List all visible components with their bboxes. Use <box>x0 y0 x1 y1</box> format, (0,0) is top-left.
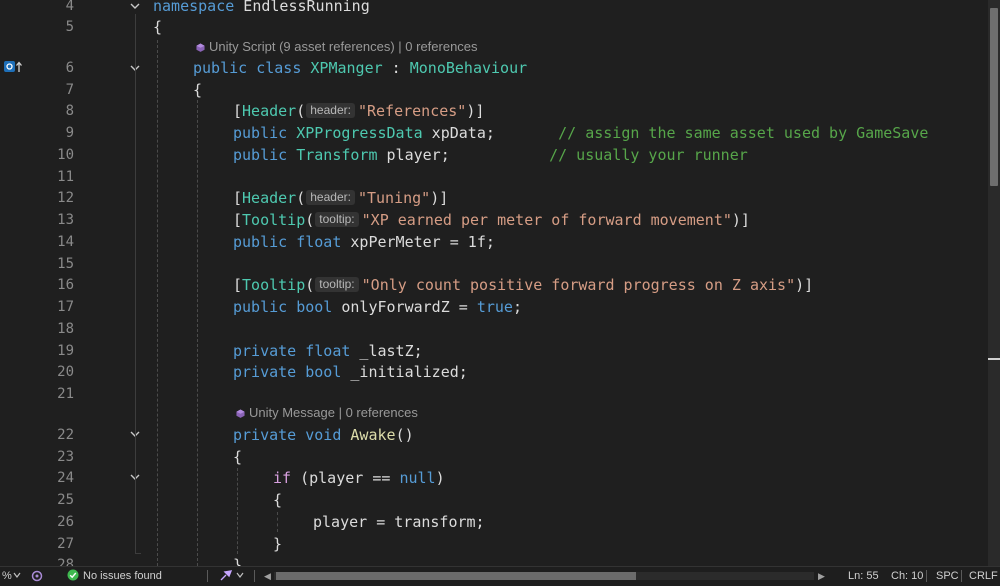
whitespace-indicator[interactable]: SPC <box>936 569 959 583</box>
scrollbar-thumb[interactable] <box>990 8 998 186</box>
line-ending-indicator[interactable]: CRLF <box>969 569 998 583</box>
divider <box>207 570 208 582</box>
line-number: 20 <box>57 364 74 380</box>
line-number: 26 <box>57 514 74 530</box>
code-line-22: private void Awake() <box>233 426 414 444</box>
status-bar: % No issues found ◀ ▶ Ln: 55 Ch: 10 SPC … <box>0 566 1000 586</box>
code-line-14: public float xpPerMeter = 1f; <box>233 233 495 251</box>
scrollbar-thumb[interactable] <box>276 572 636 580</box>
divider <box>254 570 255 582</box>
scroll-left-arrow-icon[interactable]: ◀ <box>264 571 271 581</box>
code-editor[interactable]: 4 5 6 7 8 9 10 11 12 13 14 15 16 17 18 1… <box>0 0 988 566</box>
zoom-dropdown-icon[interactable] <box>13 571 21 579</box>
line-number: 18 <box>57 321 74 337</box>
indent-guide <box>277 512 278 532</box>
line-number: 17 <box>57 299 74 315</box>
caret-position-marker <box>988 358 1000 360</box>
line-number: 5 <box>65 19 74 35</box>
inlay-hint: header: <box>306 190 355 205</box>
unity-cube-icon <box>236 409 245 418</box>
line-number: 27 <box>57 536 74 552</box>
code-line-25: { <box>273 491 283 509</box>
line-number: 24 <box>57 470 74 486</box>
code-line-7: { <box>193 81 203 99</box>
inlay-hint: header: <box>306 103 355 118</box>
code-lens-method[interactable]: Unity Message | 0 references <box>236 404 418 422</box>
code-line-16: [Tooltip(tooltip: "Only count positive fo… <box>233 276 814 294</box>
line-number: 25 <box>57 492 74 508</box>
code-line-23: { <box>233 448 243 466</box>
line-indicator[interactable]: Ln: 55 <box>848 569 879 583</box>
indent-guide <box>197 100 198 566</box>
line-number: 15 <box>57 256 74 272</box>
line-number: 22 <box>57 427 74 443</box>
code-line-17: public bool onlyForwardZ = true; <box>233 298 522 316</box>
code-lens-class[interactable]: Unity Script (9 asset references) | 0 re… <box>196 38 478 56</box>
code-line-10: public Transform player; // usually your… <box>233 146 748 164</box>
vertical-scrollbar[interactable] <box>988 0 1000 566</box>
line-number: 14 <box>57 234 74 250</box>
cleanup-dropdown-icon[interactable] <box>236 571 244 579</box>
code-line-4: namespace EndlessRunning <box>153 0 370 15</box>
scroll-right-arrow-icon[interactable]: ▶ <box>818 571 825 581</box>
divider <box>961 570 962 582</box>
code-line-9: public XPProgressData xpData; // assign … <box>233 124 929 142</box>
zoom-level[interactable]: % <box>2 569 12 583</box>
line-number: 28 <box>57 557 74 566</box>
code-line-26: player = transform; <box>313 513 485 531</box>
code-line-6: public class XPManger : MonoBehaviour <box>193 59 528 77</box>
fold-chevron-icon[interactable] <box>129 0 141 12</box>
line-number: 13 <box>57 212 74 228</box>
code-line-12: [Header(header: "Tuning")] <box>233 189 449 207</box>
fold-region-end <box>135 553 141 554</box>
code-line-28: } <box>233 556 243 566</box>
unity-cube-icon <box>196 43 205 52</box>
indent-guide <box>237 468 238 554</box>
fold-region-line <box>135 14 136 554</box>
line-number: 8 <box>65 103 74 119</box>
line-number: 19 <box>57 343 74 359</box>
line-number: 12 <box>57 190 74 206</box>
inlay-hint: tooltip: <box>315 277 359 292</box>
checkmark-circle-icon <box>67 569 79 581</box>
code-line-19: private float _lastZ; <box>233 342 423 360</box>
line-number: 9 <box>65 125 74 141</box>
line-number: 11 <box>57 169 74 185</box>
line-number: 7 <box>65 82 74 98</box>
code-line-13: [Tooltip(tooltip: "XP earned per meter of… <box>233 211 750 229</box>
line-number: 4 <box>65 0 74 14</box>
class-override-marker-icon[interactable] <box>4 60 24 74</box>
copilot-icon[interactable] <box>31 570 45 582</box>
brush-icon[interactable] <box>219 569 233 582</box>
horizontal-scrollbar[interactable]: ◀ ▶ <box>262 571 828 581</box>
code-line-27: } <box>273 535 283 553</box>
char-indicator[interactable]: Ch: 10 <box>891 569 923 583</box>
line-number: 21 <box>57 386 74 402</box>
line-number: 16 <box>57 277 74 293</box>
divider <box>926 570 927 582</box>
line-number: 23 <box>57 449 74 465</box>
indent-guide <box>157 40 158 566</box>
line-number: 10 <box>57 147 74 163</box>
code-line-24: if (player == null) <box>273 469 445 487</box>
issues-status[interactable]: No issues found <box>83 569 162 583</box>
code-line-20: private bool _initialized; <box>233 363 468 381</box>
inlay-hint: tooltip: <box>315 212 359 227</box>
code-line-5: { <box>153 18 163 36</box>
code-line-8: [Header(header: "References")] <box>233 102 485 120</box>
